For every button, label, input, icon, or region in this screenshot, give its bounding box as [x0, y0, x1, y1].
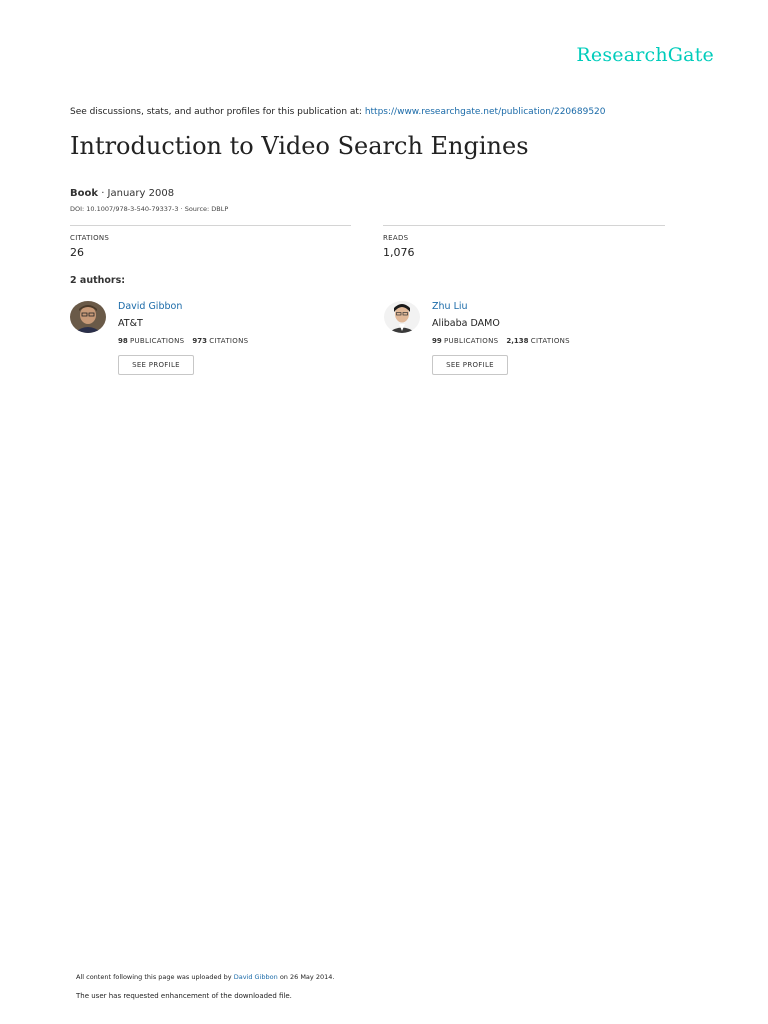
citations-label: CITATIONS: [70, 234, 110, 242]
author-citations-count: 2,138: [506, 337, 529, 345]
uploaded-suffix: on 26 May 2014.: [277, 973, 335, 981]
uploaded-prefix: All content following this page was uplo…: [76, 973, 234, 981]
author-name-link[interactable]: David Gibbon: [118, 301, 182, 312]
author-name-link[interactable]: Zhu Liu: [432, 301, 468, 312]
publications-label: PUBLICATIONS: [129, 337, 185, 345]
avatar-photo-icon: [70, 301, 106, 333]
publication-url-link[interactable]: https://www.researchgate.net/publication…: [365, 107, 606, 117]
avatar[interactable]: [70, 301, 106, 333]
researchgate-logo[interactable]: ResearchGate: [576, 44, 714, 66]
page-title: Introduction to Video Search Engines: [70, 132, 529, 160]
uploader-link[interactable]: David Gibbon: [234, 973, 278, 981]
publication-type: Book: [70, 188, 99, 199]
publications-count: 98: [118, 337, 128, 345]
reads-value: 1,076: [383, 246, 415, 259]
see-discussions-text: See discussions, stats, and author profi…: [70, 107, 365, 117]
publications-count: 99: [432, 337, 442, 345]
author-citations-label: CITATIONS: [209, 337, 249, 345]
author-institution: Alibaba DAMO: [432, 318, 500, 329]
divider-right: [383, 225, 665, 226]
uploaded-note: All content following this page was uplo…: [76, 973, 334, 981]
author-card: David Gibbon AT&T 98 PUBLICATIONS 973 CIT…: [70, 300, 330, 380]
author-stats: 99 PUBLICATIONS 2,138 CITATIONS: [432, 337, 570, 345]
enhancement-note: The user has requested enhancement of th…: [76, 992, 292, 1000]
author-card: Zhu Liu Alibaba DAMO 99 PUBLICATIONS 2,13…: [384, 300, 644, 380]
citations-value: 26: [70, 246, 84, 259]
author-citations-count: 973: [192, 337, 207, 345]
doi-source-line: DOI: 10.1007/978-3-540-79337-3 · Source:…: [70, 205, 229, 213]
author-institution: AT&T: [118, 318, 143, 329]
publication-type-line: Book · January 2008: [70, 188, 174, 199]
publications-label: PUBLICATIONS: [443, 337, 499, 345]
reads-label: READS: [383, 234, 409, 242]
avatar[interactable]: [384, 301, 420, 333]
publication-date: · January 2008: [98, 188, 175, 199]
avatar-photo-icon: [384, 301, 420, 333]
see-profile-button[interactable]: SEE PROFILE: [118, 355, 194, 375]
author-stats: 98 PUBLICATIONS 973 CITATIONS: [118, 337, 248, 345]
author-citations-label: CITATIONS: [530, 337, 570, 345]
authors-heading: 2 authors:: [70, 275, 126, 286]
see-profile-button[interactable]: SEE PROFILE: [432, 355, 508, 375]
see-discussions-line: See discussions, stats, and author profi…: [70, 107, 606, 117]
divider-left: [70, 225, 351, 226]
